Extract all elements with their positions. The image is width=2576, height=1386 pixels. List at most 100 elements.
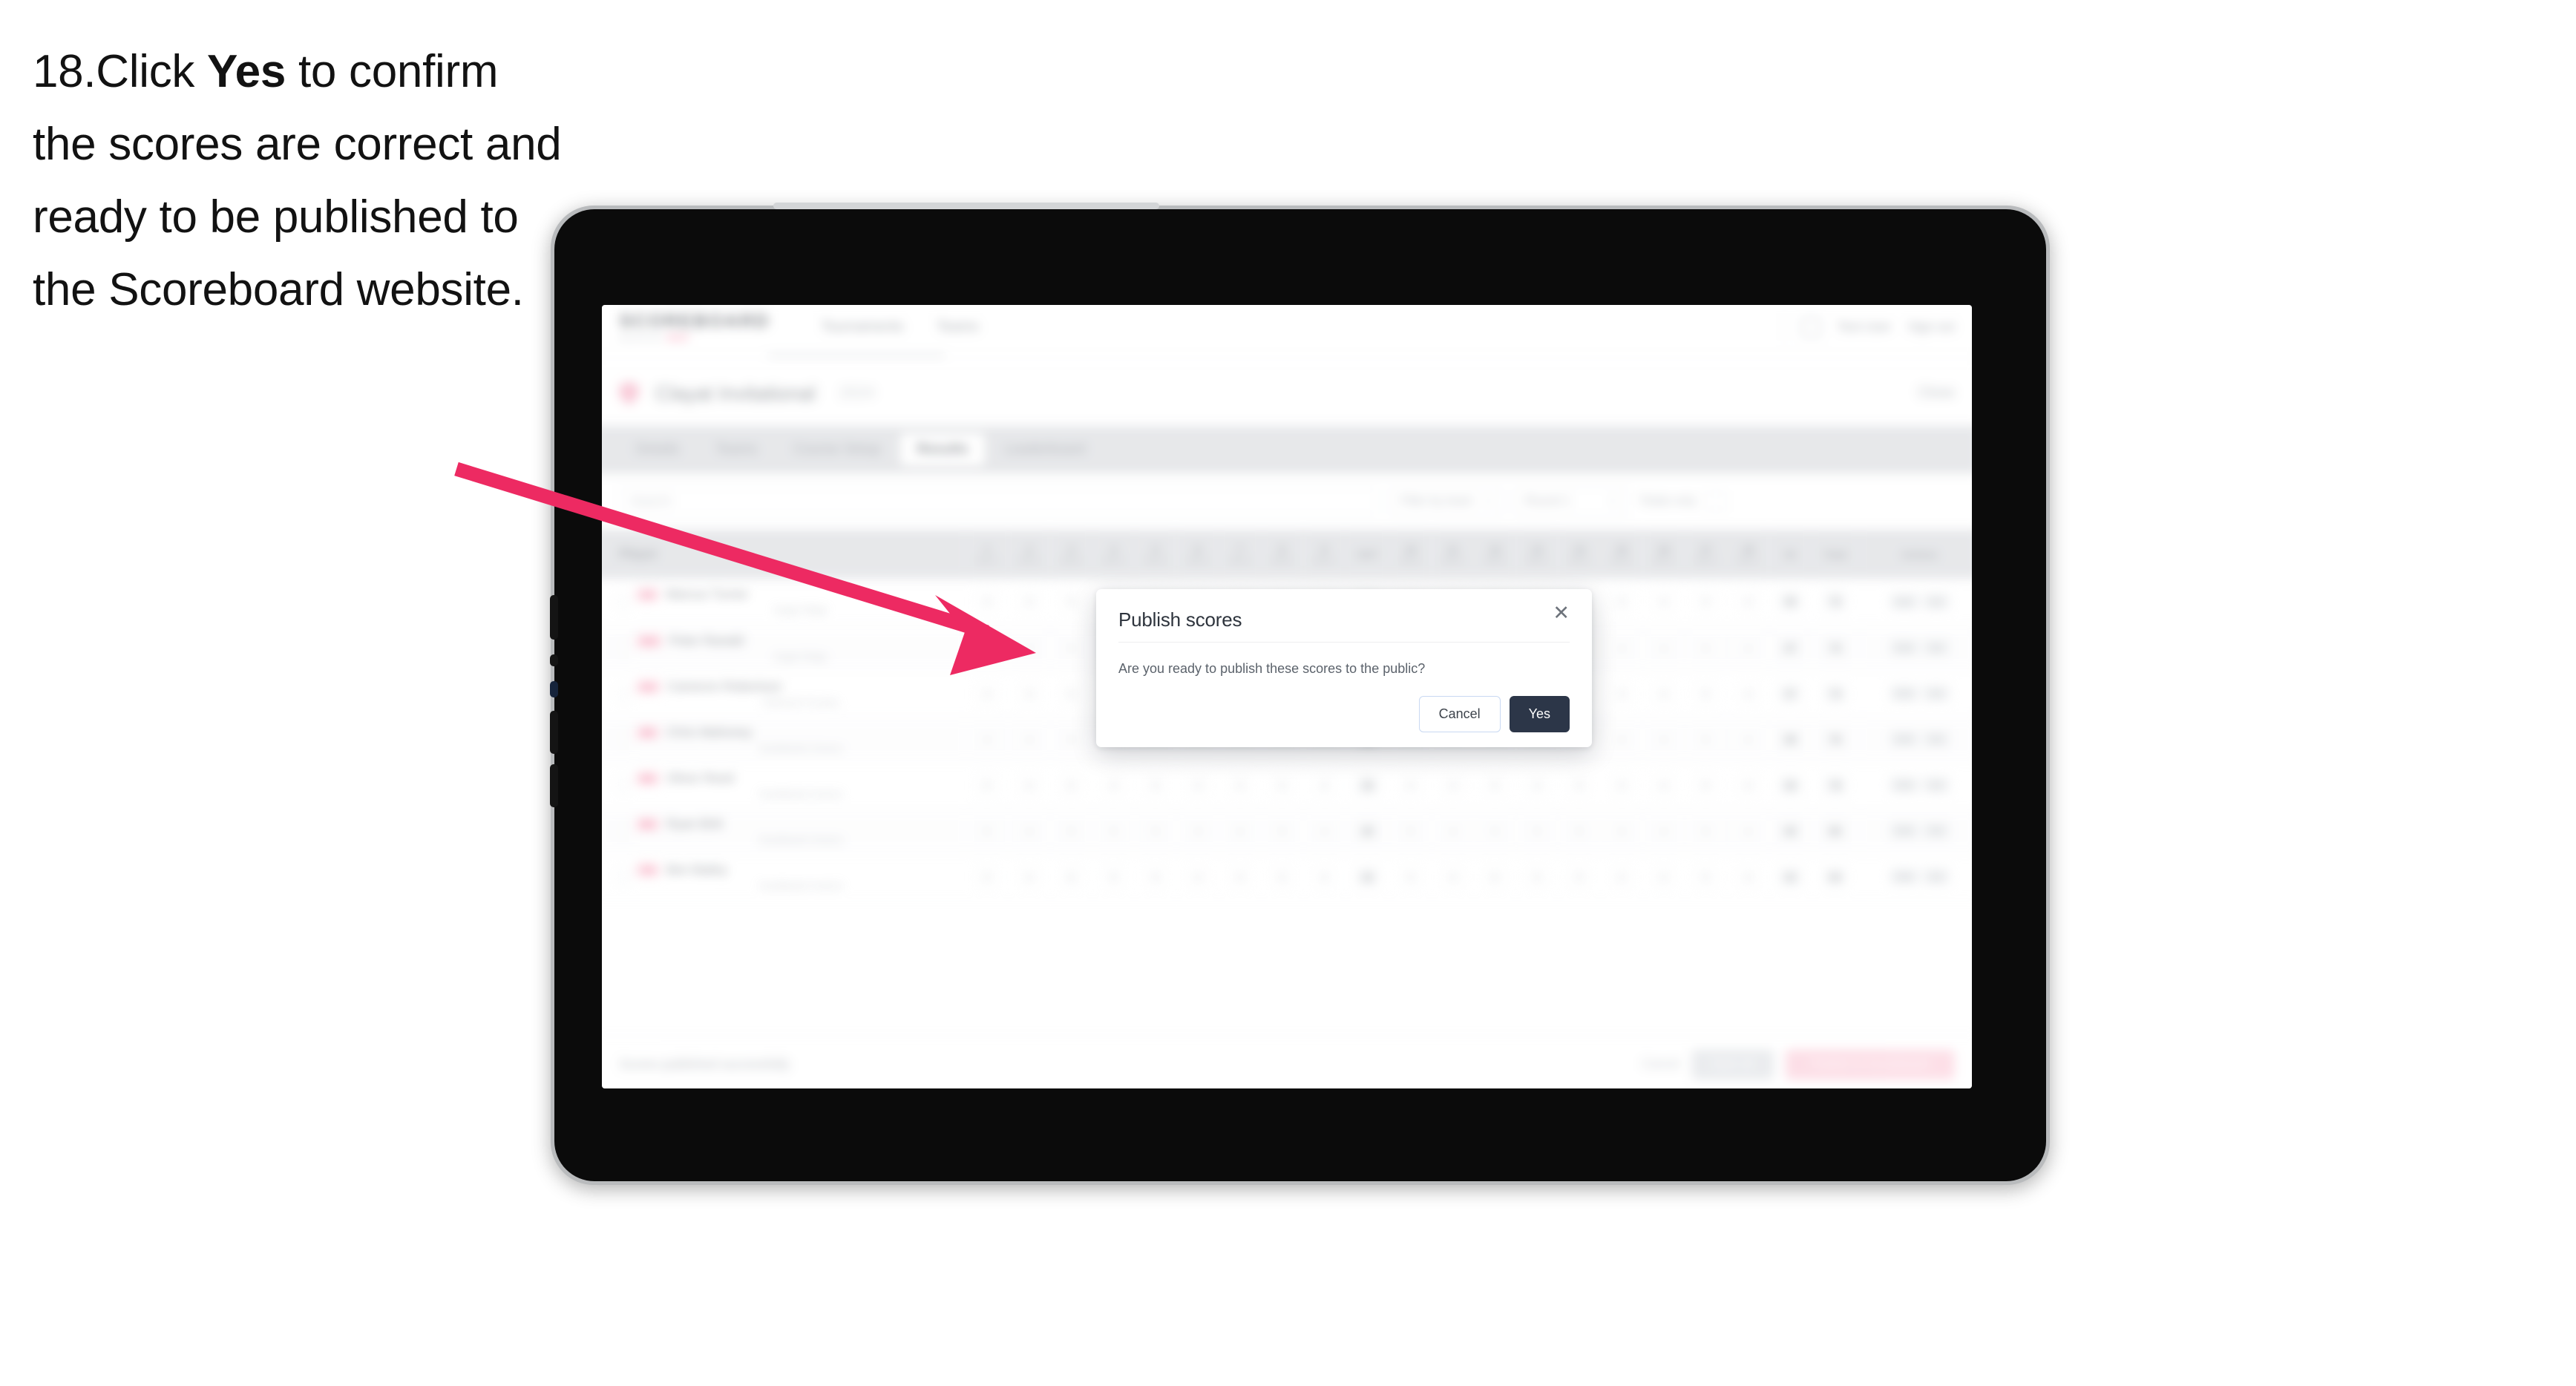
score-cell[interactable]: 5 <box>1559 854 1601 900</box>
app-logo[interactable]: SCOREBOARD powered by GOLF <box>619 312 770 342</box>
score-cell[interactable]: 5 <box>1685 625 1727 671</box>
row-checkbox-cell[interactable] <box>602 716 635 762</box>
row-checkbox[interactable] <box>616 778 631 792</box>
score-cell[interactable]: 3 <box>1601 762 1643 808</box>
score-cell[interactable]: 4 <box>1219 762 1261 808</box>
score-cell[interactable]: 6 <box>1050 854 1092 900</box>
row-action-button[interactable]: Del <box>1922 639 1951 657</box>
tab-course-setup[interactable]: Course Setup <box>777 433 897 467</box>
score-cell[interactable]: 5 <box>1050 579 1092 625</box>
page-close-link[interactable]: Close <box>1918 385 1955 401</box>
score-cell[interactable]: 5 <box>1135 854 1177 900</box>
device-side-button-3[interactable] <box>550 681 558 697</box>
settings-icon[interactable] <box>1705 490 1726 513</box>
table-row[interactable]: 5th Oliver Reed Southlands Greens 5 4 5 4 5 3 4 5 4… <box>602 762 1972 808</box>
score-cell[interactable]: 5 <box>1389 808 1432 854</box>
tab-results[interactable]: Results <box>900 433 986 467</box>
row-actions-cell[interactable]: Edit Del <box>1859 808 1972 854</box>
score-cell[interactable]: 39 <box>1769 762 1812 808</box>
row-checkbox-cell[interactable] <box>602 625 635 671</box>
score-cell[interactable]: 4 <box>1177 854 1219 900</box>
score-cell[interactable]: 73 <box>1812 625 1860 671</box>
row-checkbox[interactable] <box>616 824 631 838</box>
score-cell[interactable]: 4 <box>1642 671 1685 717</box>
row-checkbox-cell[interactable] <box>602 579 635 625</box>
score-cell[interactable]: 4 <box>1642 808 1685 854</box>
row-checkbox[interactable] <box>616 640 631 655</box>
score-cell[interactable]: 3 <box>1601 625 1643 671</box>
device-side-button-1[interactable] <box>550 595 558 640</box>
score-cell[interactable]: 3 <box>1601 579 1643 625</box>
score-cell[interactable]: 5 <box>1685 716 1727 762</box>
device-side-button-5[interactable] <box>550 764 558 807</box>
score-cell[interactable]: 5 <box>1261 762 1303 808</box>
score-cell[interactable]: 5 <box>966 762 1009 808</box>
score-cell[interactable]: 40 <box>1346 808 1390 854</box>
score-cell[interactable]: 4 <box>966 716 1009 762</box>
score-cell[interactable]: 4 <box>1008 808 1050 854</box>
row-actions-cell[interactable]: Edit Del <box>1859 716 1972 762</box>
score-cell[interactable]: 5 <box>1092 808 1135 854</box>
score-cell[interactable]: 4 <box>1727 854 1769 900</box>
row-action-button[interactable]: Del <box>1922 822 1951 840</box>
score-cell[interactable]: 5 <box>1050 808 1092 854</box>
score-cell[interactable]: 5 <box>1685 762 1727 808</box>
score-cell[interactable]: 4 <box>1642 625 1685 671</box>
score-cell[interactable]: 39 <box>1346 762 1390 808</box>
score-cell[interactable]: 72 <box>1812 579 1860 625</box>
score-cell[interactable]: 4 <box>1727 671 1769 717</box>
score-cell[interactable]: 5 <box>1050 716 1092 762</box>
yes-button[interactable]: Yes <box>1509 696 1570 733</box>
score-cell[interactable]: 4 <box>1727 625 1769 671</box>
close-icon[interactable]: ✕ <box>1553 603 1570 623</box>
row-action-button[interactable]: Edit <box>1889 730 1920 748</box>
score-cell[interactable]: 3 <box>1177 762 1219 808</box>
row-actions-cell[interactable]: Edit Del <box>1859 854 1972 900</box>
table-row[interactable]: 6th Ryan Britt Southlands Greens 5 4 5 5 5 3 4 5 4 4… <box>602 807 1972 854</box>
search-input[interactable]: Search <box>619 486 1378 517</box>
score-cell[interactable]: 5 <box>1261 854 1303 900</box>
score-cell[interactable]: 4 <box>1642 762 1685 808</box>
score-cell[interactable]: 4 <box>1642 716 1685 762</box>
nav-item-tournaments[interactable]: Tournaments <box>821 318 903 335</box>
score-cell[interactable]: 4 <box>1642 854 1685 900</box>
score-cell[interactable]: 74 <box>1812 671 1860 717</box>
score-cell[interactable]: 3 <box>1601 716 1643 762</box>
score-cell[interactable]: 4 <box>1432 854 1474 900</box>
row-action-button[interactable]: Edit <box>1889 593 1920 611</box>
score-cell[interactable]: 84 <box>1812 854 1860 900</box>
score-cell[interactable]: 5 <box>1050 762 1092 808</box>
row-action-button[interactable]: Del <box>1922 593 1951 611</box>
score-cell[interactable]: 4 <box>966 579 1009 625</box>
score-cell[interactable]: 40 <box>1769 808 1812 854</box>
device-side-button-2[interactable] <box>550 654 558 666</box>
score-cell[interactable]: 5 <box>1389 762 1432 808</box>
nav-item-teams[interactable]: Teams <box>937 318 979 335</box>
tab-details[interactable]: Details <box>619 433 695 467</box>
score-cell[interactable]: 6 <box>1474 854 1516 900</box>
score-cell[interactable]: 4 <box>966 625 1009 671</box>
row-action-button[interactable]: Del <box>1922 684 1951 703</box>
score-cell[interactable]: 5 <box>1135 808 1177 854</box>
score-cell[interactable]: 5 <box>1261 808 1303 854</box>
score-cell[interactable]: 38 <box>1769 716 1812 762</box>
row-action-button[interactable]: Edit <box>1889 867 1920 886</box>
row-action-button[interactable]: Edit <box>1889 822 1920 840</box>
score-cell[interactable]: 78 <box>1812 762 1860 808</box>
row-action-button[interactable]: Edit <box>1889 776 1920 794</box>
filter-team-select[interactable]: Filter by team ▼ <box>1389 486 1503 517</box>
score-cell[interactable]: 4 <box>1008 716 1050 762</box>
score-cell[interactable]: 4 <box>1008 762 1050 808</box>
score-cell[interactable]: 4 <box>1601 854 1643 900</box>
save-all-button[interactable]: Save all <box>1691 1049 1774 1080</box>
score-cell[interactable]: 5 <box>1685 808 1727 854</box>
score-cell[interactable]: 5 <box>1685 579 1727 625</box>
score-cell[interactable]: 4 <box>1432 808 1474 854</box>
device-side-button-4[interactable] <box>550 711 558 754</box>
score-cell[interactable]: 4 <box>1727 579 1769 625</box>
score-cell[interactable]: 4 <box>1727 808 1769 854</box>
score-cell[interactable]: 4 <box>1516 762 1559 808</box>
cancel-button[interactable]: Cancel <box>1418 696 1501 733</box>
row-checkbox-cell[interactable] <box>602 762 635 808</box>
score-cell[interactable]: 5 <box>1474 762 1516 808</box>
